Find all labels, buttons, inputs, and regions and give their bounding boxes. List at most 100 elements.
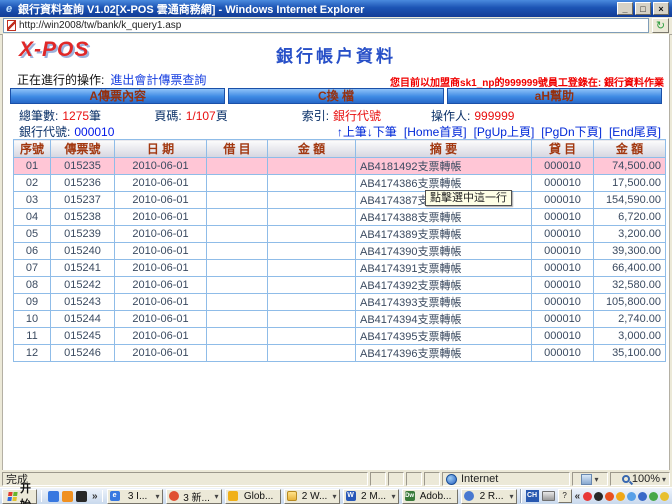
operator-field: 操作人:999999 <box>431 107 514 124</box>
tray-icons <box>583 492 669 501</box>
cell: 000010 <box>532 260 594 277</box>
table-row-10[interactable]: 100152442010-06-01AB4174394支票轉帳0000102,7… <box>14 311 666 328</box>
cell: 2,740.00 <box>594 311 666 328</box>
shield-icon[interactable] <box>660 492 669 501</box>
zoom-control[interactable]: 100% ▾ <box>610 472 670 486</box>
cell: 6,720.00 <box>594 209 666 226</box>
pager-link-4[interactable]: [PgDn下頁] <box>541 123 602 140</box>
task-dropdown-icon[interactable]: ▾ <box>392 492 396 501</box>
window-title: 銀行資料查詢 V1.02[X-POS 雲通商務網] - Windows Inte… <box>18 1 617 17</box>
quick-launch-qq-icon[interactable] <box>76 491 87 502</box>
table-row-6[interactable]: 060152402010-06-01AB4174390支票轉帳00001039,… <box>14 243 666 260</box>
task-dropdown-icon[interactable]: ▾ <box>215 492 219 501</box>
dw-icon: Dw <box>405 491 415 501</box>
table-row-1-selected[interactable]: 010152352010-06-01AB4181492支票轉帳00001074,… <box>14 158 666 175</box>
table-row-9[interactable]: 090152432010-06-01AB4174393支票轉帳000010105… <box>14 294 666 311</box>
ie-icon: e <box>110 491 120 501</box>
minimize-button[interactable]: _ <box>617 2 633 15</box>
task-label: Glob... <box>240 491 278 502</box>
table-row-4[interactable]: 040152382010-06-01AB4174388支票轉帳0000106,7… <box>14 209 666 226</box>
status-pane-1 <box>370 472 386 486</box>
qq-alt-icon[interactable] <box>605 492 614 501</box>
globe-icon <box>446 474 457 485</box>
cell: 2010-06-01 <box>115 175 207 192</box>
protected-mode-pane[interactable]: ▾ <box>572 472 608 486</box>
magnifier-icon <box>622 475 630 483</box>
player-icon[interactable] <box>627 492 636 501</box>
task-button-4[interactable]: 2 W...▾ <box>284 489 340 504</box>
cell <box>207 260 268 277</box>
pager-link-3[interactable]: [PgUp上頁] <box>474 123 535 140</box>
ie-logo-icon: e <box>3 3 15 15</box>
table-row-12[interactable]: 120152462010-06-01AB4174396支票轉帳00001035,… <box>14 345 666 362</box>
cell <box>207 192 268 209</box>
pager-links: ↑上筆↓下筆 [Home首頁] [PgUp上頁] [PgDn下頁] [End尾頁] <box>337 123 661 140</box>
menu-button-2[interactable]: C換 檔 <box>228 88 443 104</box>
spark-icon[interactable] <box>616 492 625 501</box>
tray-collapse-icon[interactable]: « <box>575 491 581 502</box>
cell: 015243 <box>51 294 115 311</box>
task-label: 2 R... <box>476 491 508 502</box>
task-dropdown-icon[interactable]: ▾ <box>510 492 514 501</box>
bird-icon <box>169 491 179 501</box>
task-button-7[interactable]: 2 R...▾ <box>461 489 517 504</box>
menu-button-row: A傳票內容C換 檔aH幫助 <box>10 88 662 104</box>
page-title: 銀行帳户資料 <box>3 42 669 67</box>
downloader-icon[interactable] <box>638 492 647 501</box>
language-indicator[interactable]: CH <box>526 490 539 502</box>
help-icon[interactable]: ? <box>558 489 572 503</box>
task-button-3[interactable]: Glob... <box>225 489 281 504</box>
updater-icon[interactable] <box>649 492 658 501</box>
windows-flag-icon <box>7 492 17 501</box>
cell: AB4174391支票轉帳 <box>356 260 532 277</box>
status-pane-2 <box>388 472 404 486</box>
qq-penguin-icon[interactable] <box>594 492 603 501</box>
cell: 06 <box>14 243 51 260</box>
cell: 2010-06-01 <box>115 294 207 311</box>
table-row-2[interactable]: 020152362010-06-01AB4174386支票轉帳00001017,… <box>14 175 666 192</box>
cell: 03 <box>14 192 51 209</box>
table-row-8[interactable]: 080152422010-06-01AB4174392支票轉帳00001032,… <box>14 277 666 294</box>
task-dropdown-icon[interactable]: ▾ <box>333 492 337 501</box>
cell: 32,580.00 <box>594 277 666 294</box>
task-button-6[interactable]: DwAdob... <box>402 489 458 504</box>
quick-launch-overflow-icon[interactable]: » <box>92 491 98 502</box>
cell: 000010 <box>532 243 594 260</box>
url-input[interactable]: http://win2008/tw/bank/k_query1.asp <box>3 18 649 33</box>
task-label: 2 M... <box>358 491 390 502</box>
maximize-button[interactable]: □ <box>635 2 651 15</box>
table-row-3[interactable]: 030152372010-06-01AB4174387支票轉帳000010154… <box>14 192 666 209</box>
login-info: 您目前以加盟商sk1_np的999999號員工登錄在: 銀行資料作業 <box>390 74 664 89</box>
menu-button-3[interactable]: aH幫助 <box>447 88 662 104</box>
cell: 66,400.00 <box>594 260 666 277</box>
column-header-1: 序號 <box>14 140 51 158</box>
row-tooltip: 點擊選中這一行 <box>425 190 512 206</box>
pager-link-5[interactable]: [End尾頁] <box>609 123 661 140</box>
task-button-2[interactable]: 3 新...▾ <box>166 489 222 504</box>
pager-link-1[interactable]: ↑上筆↓下筆 <box>337 123 397 140</box>
printer-icon[interactable] <box>542 491 555 501</box>
start-button[interactable]: 开始 <box>2 489 37 504</box>
table-row-5[interactable]: 050152392010-06-01AB4174389支票轉帳0000103,2… <box>14 226 666 243</box>
cell: 3,000.00 <box>594 328 666 345</box>
cell <box>207 311 268 328</box>
cell: 015246 <box>51 345 115 362</box>
cell <box>268 175 356 192</box>
task-dropdown-icon[interactable]: ▾ <box>156 492 160 501</box>
quick-launch-msn-icon[interactable] <box>48 491 59 502</box>
table-row-11[interactable]: 110152452010-06-01AB4174395支票轉帳0000103,0… <box>14 328 666 345</box>
cell: AB4174386支票轉帳 <box>356 175 532 192</box>
quick-launch-mail-icon[interactable] <box>62 491 73 502</box>
table-row-7[interactable]: 070152412010-06-01AB4174391支票轉帳00001066,… <box>14 260 666 277</box>
qq-face-icon[interactable] <box>583 492 592 501</box>
task-button-5[interactable]: W2 M...▾ <box>343 489 399 504</box>
close-button[interactable]: × <box>653 2 669 15</box>
menu-button-1[interactable]: A傳票內容 <box>10 88 225 104</box>
refresh-button[interactable]: ↻ <box>652 18 669 33</box>
cell: 12 <box>14 345 51 362</box>
zone-label: Internet <box>461 473 498 485</box>
taskbar-separator <box>41 490 42 502</box>
task-button-1[interactable]: e3 I...▾ <box>107 489 163 504</box>
pager-link-2[interactable]: [Home首頁] <box>404 123 467 140</box>
column-header-6: 摘 要 <box>356 140 532 158</box>
